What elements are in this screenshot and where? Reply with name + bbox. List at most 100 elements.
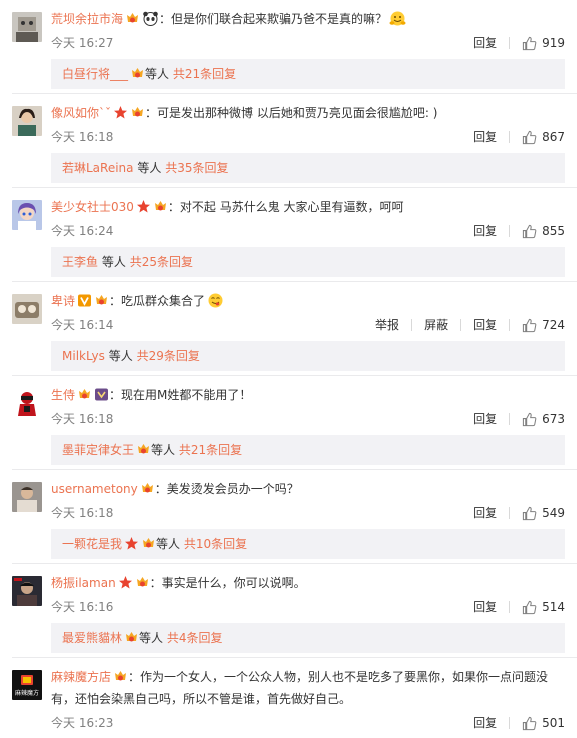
reply-mid-text: 等人 — [137, 161, 162, 175]
vip-badge-icon[interactable] — [94, 293, 109, 308]
like-button[interactable]: 501 — [522, 714, 565, 732]
comment-text-line: 卑诗 ：吃瓜群众集合了 — [51, 292, 565, 311]
avatar[interactable] — [12, 106, 42, 136]
reply-summary[interactable]: 王李鱼 等人 共25条回复 — [51, 247, 565, 277]
block-button[interactable]: 屏蔽 — [424, 316, 448, 334]
thumbs-up-icon — [522, 716, 537, 730]
divider — [509, 131, 511, 143]
reply-mid-text: 等人 — [151, 443, 176, 457]
comment-actions: 回复 919 — [473, 34, 565, 52]
reply-count-link[interactable]: 共35条回复 — [165, 161, 228, 175]
comment-meta: 今天 16:24 回复 855 — [51, 222, 565, 240]
reply-button[interactable]: 回复 — [473, 714, 497, 732]
like-button[interactable]: 724 — [522, 316, 565, 334]
reply-button[interactable]: 回复 — [473, 316, 497, 334]
username-link[interactable]: 杨振ilaman — [51, 576, 116, 590]
reply-button[interactable]: 回复 — [473, 128, 497, 146]
reply-count-link[interactable]: 共10条回复 — [184, 537, 247, 551]
reply-mid-text: 等人 — [145, 67, 170, 81]
vip-badge-icon[interactable] — [130, 105, 145, 120]
verified-v-badge-icon[interactable] — [77, 293, 92, 308]
reply-username-link[interactable]: 最爱熊貓林 — [62, 631, 122, 645]
divider — [509, 225, 511, 237]
vip-badge-icon[interactable] — [113, 669, 128, 684]
reply-count-link[interactable]: 共4条回复 — [167, 631, 223, 645]
reply-button[interactable]: 回复 — [473, 598, 497, 616]
comment-text-line: 麻辣魔方店 ：作为一个女人，一个公众人物，别人也不是吃多了要黑你，如果你一点问题没… — [51, 666, 565, 710]
vip-badge-icon[interactable] — [153, 199, 168, 214]
comment-meta: 今天 16:18 回复 549 — [51, 504, 565, 522]
username-link[interactable]: 生侍 — [51, 388, 75, 402]
avatar[interactable]: 麻辣魔方 — [12, 670, 42, 700]
vip-badge-icon[interactable] — [125, 11, 140, 26]
reply-summary[interactable]: 一颗花是我 等人 共10条回复 — [51, 529, 565, 559]
comment-item: 麻辣魔方 麻辣魔方店 ：作为一个女人，一个公众人物，别人也不是吃多了要黑你，如果你… — [0, 658, 577, 738]
like-button[interactable]: 867 — [522, 128, 565, 146]
reply-count-link[interactable]: 共25条回复 — [130, 255, 193, 269]
reply-mid-text: 等人 — [101, 255, 126, 269]
avatar[interactable] — [12, 388, 42, 418]
comment-text-line: 生侍 ：现在用M姓都不能用了！ — [51, 386, 565, 405]
reply-summary[interactable]: 白昼行将___ 等人 共21条回复 — [51, 59, 565, 89]
comment-time: 今天 16:18 — [51, 412, 114, 426]
comment-meta: 今天 16:18 回复 867 — [51, 128, 565, 146]
reply-count-link[interactable]: 共21条回复 — [173, 67, 236, 81]
reply-mid-text: 等人 — [156, 537, 181, 551]
vip-badge-icon — [130, 66, 145, 81]
like-button[interactable]: 855 — [522, 222, 565, 240]
report-button[interactable]: 举报 — [375, 316, 399, 334]
comment-text-line: 美少女社士030 ：对不起 马苏什么鬼 大家心里有逼数，呵呵 — [51, 198, 565, 217]
reply-username-link[interactable]: 白昼行将___ — [62, 67, 128, 81]
reply-count-link[interactable]: 共29条回复 — [137, 349, 200, 363]
like-button[interactable]: 919 — [522, 34, 565, 52]
reply-button[interactable]: 回复 — [473, 410, 497, 428]
like-button[interactable]: 673 — [522, 410, 565, 428]
username-link[interactable]: usernametony — [51, 482, 138, 496]
reply-button[interactable]: 回复 — [473, 222, 497, 240]
member-badge-icon[interactable] — [94, 387, 109, 402]
reply-summary[interactable]: 墨菲定律女王 等人 共21条回复 — [51, 435, 565, 465]
reply-username-link[interactable]: 一颗花是我 — [62, 537, 122, 551]
star-badge-icon[interactable] — [136, 199, 151, 214]
comment-time: 今天 16:18 — [51, 506, 114, 520]
star-badge-icon[interactable] — [113, 105, 128, 120]
comment-actions: 回复 549 — [473, 504, 565, 522]
reply-summary[interactable]: 最爱熊貓林 等人 共4条回复 — [51, 623, 565, 653]
like-count: 855 — [542, 224, 565, 238]
avatar[interactable] — [12, 294, 42, 324]
username-link[interactable]: 麻辣魔方店 — [51, 670, 111, 684]
like-button[interactable]: 549 — [522, 504, 565, 522]
reply-count-link[interactable]: 共21条回复 — [179, 443, 242, 457]
reply-summary[interactable]: 若琳LaReina 等人 共35条回复 — [51, 153, 565, 183]
divider — [509, 319, 511, 331]
reply-username-link[interactable]: 墨菲定律女王 — [62, 443, 134, 457]
comment-item: 卑诗 ：吃瓜群众集合了 今天 16:14 举报 屏蔽 回复 724 MilkLys… — [0, 282, 577, 376]
comment-item: 杨振ilaman ：事实是什么，你可以说啊。 今天 16:16 回复 514 最爱… — [0, 564, 577, 658]
reply-username-link[interactable]: 若琳LaReina — [62, 161, 134, 175]
like-button[interactable]: 514 — [522, 598, 565, 616]
divider — [509, 717, 511, 729]
avatar[interactable] — [12, 200, 42, 230]
vip-badge-icon[interactable] — [135, 575, 150, 590]
vip-badge-icon[interactable] — [77, 387, 92, 402]
comment-time: 今天 16:24 — [51, 224, 114, 238]
star-badge-icon[interactable] — [118, 575, 133, 590]
vip-badge-icon[interactable] — [140, 481, 155, 496]
username-link[interactable]: 荒坝余拉市海 — [51, 12, 123, 26]
reply-button[interactable]: 回复 — [473, 504, 497, 522]
comment-actions: 回复 501 — [473, 714, 565, 732]
username-link[interactable]: 像风如你`ˇ — [51, 106, 111, 120]
comment-item: 像风如你`ˇ ：可是发出那种微博 以后她和贾乃亮见面会很尴尬吧: ) 今天 16:… — [0, 94, 577, 188]
reply-summary[interactable]: MilkLys 等人 共29条回复 — [51, 341, 565, 371]
username-link[interactable]: 卑诗 — [51, 294, 75, 308]
avatar[interactable] — [12, 576, 42, 606]
avatar[interactable] — [12, 482, 42, 512]
thumbs-up-icon — [522, 318, 537, 332]
avatar[interactable] — [12, 12, 42, 42]
reply-username-link[interactable]: MilkLys — [62, 349, 105, 363]
comment-body: ：美发烫发会员办一个吗？ — [154, 482, 299, 496]
reply-username-link[interactable]: 王李鱼 — [62, 255, 98, 269]
username-link[interactable]: 美少女社士030 — [51, 200, 134, 214]
reply-button[interactable]: 回复 — [473, 34, 497, 52]
comment-body: ：现在用M姓都不能用了！ — [109, 388, 252, 402]
